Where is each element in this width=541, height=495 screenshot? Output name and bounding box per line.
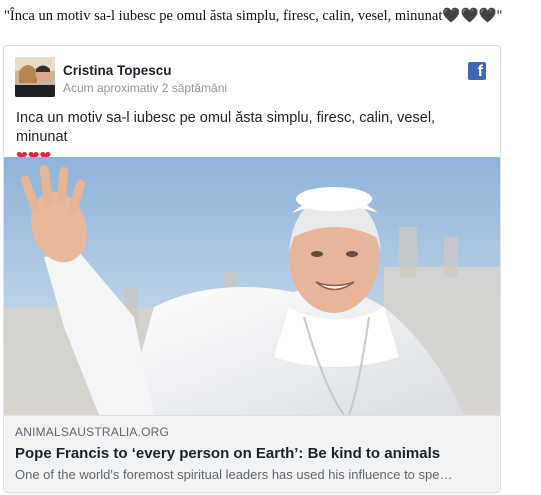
- facebook-icon[interactable]: f: [468, 62, 486, 80]
- link-preview-image[interactable]: [4, 157, 500, 415]
- post-body: Inca un motiv sa-l iubesc pe omul ăsta s…: [16, 110, 436, 145]
- post-header: Cristina Topescu Acum aproximativ 2 săpt…: [4, 46, 500, 102]
- post-timestamp[interactable]: Acum aproximativ 2 săptămâni: [63, 81, 227, 95]
- avatar[interactable]: [15, 57, 55, 97]
- link-description: One of the world's foremost spiritual le…: [15, 467, 453, 482]
- author-name[interactable]: Cristina Topescu: [63, 63, 172, 78]
- link-title[interactable]: Pope Francis to ‘every person on Earth’:…: [15, 445, 440, 462]
- quote-caption: "Înca un motiv sa-l iubesc pe omul ăsta …: [4, 8, 503, 24]
- link-domain: ANIMALSAUSTRALIA.ORG: [15, 425, 170, 439]
- link-preview-meta[interactable]: ANIMALSAUSTRALIA.ORG Pope Francis to ‘ev…: [4, 415, 500, 492]
- facebook-post-embed: Cristina Topescu Acum aproximativ 2 săpt…: [3, 45, 501, 493]
